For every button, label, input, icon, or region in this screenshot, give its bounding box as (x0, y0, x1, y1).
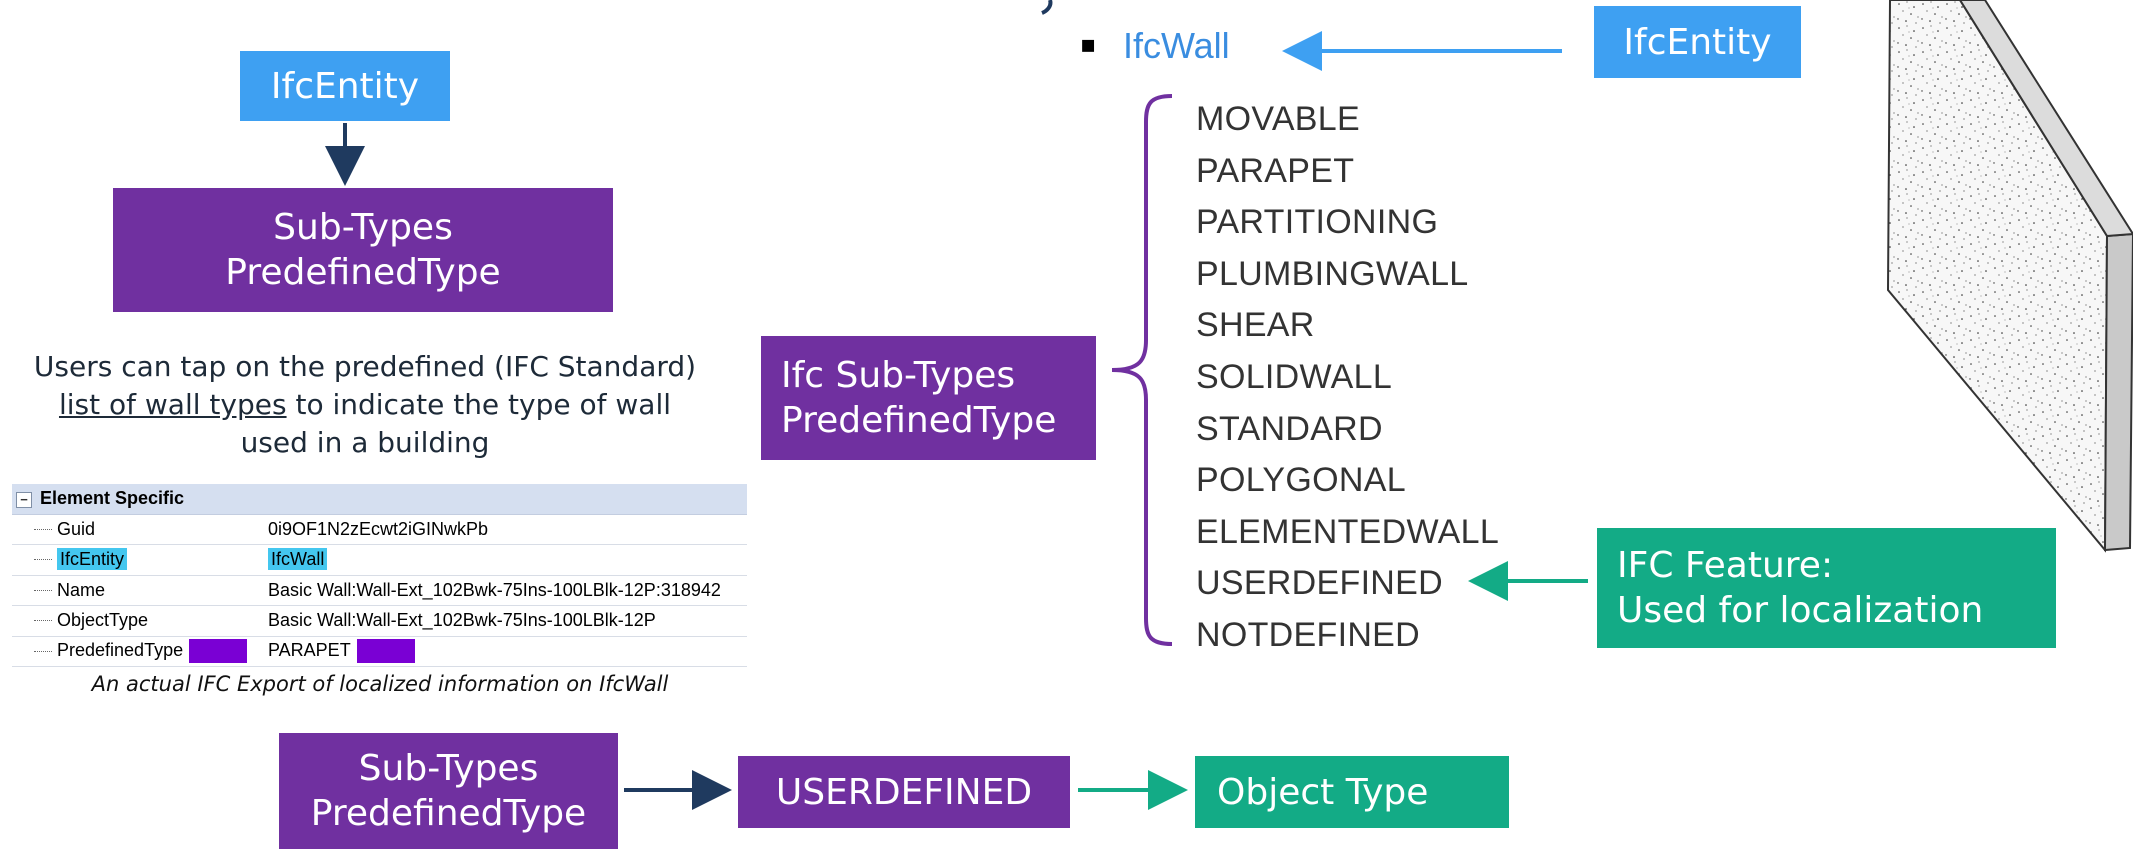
curly-brace (1111, 94, 1173, 646)
connector-layer (325, 0, 1588, 810)
decorative-arc (1041, 0, 1053, 15)
